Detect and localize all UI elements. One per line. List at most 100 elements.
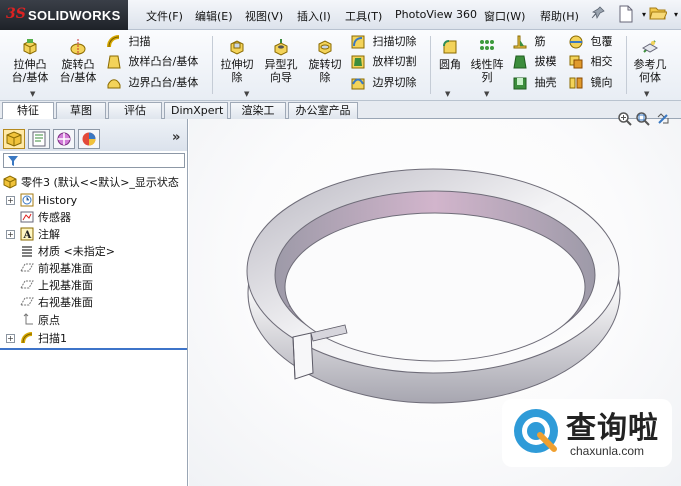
chevron-down-icon[interactable]: ▼ <box>30 90 35 98</box>
loft-cut-button[interactable]: 放样切割 <box>350 53 417 71</box>
tree-item-label: 材质 <未指定> <box>38 245 115 258</box>
tree-item-origin[interactable]: 原点 <box>0 312 187 329</box>
tab-sketch[interactable]: 草图 <box>56 102 106 119</box>
mirror-icon <box>569 77 583 89</box>
part-icon <box>3 175 17 189</box>
menu-insert[interactable]: 插入(I) <box>297 8 331 24</box>
tree-item-top-plane[interactable]: 上视基准面 <box>0 277 187 294</box>
shell-label: 抽壳 <box>534 76 557 89</box>
svg-text:A: A <box>23 230 32 241</box>
menu-tools[interactable]: 工具(T) <box>345 8 382 24</box>
rib-label: 筋 <box>534 35 546 48</box>
tab-dimxpert[interactable]: DimXpert <box>164 102 228 119</box>
tab-evaluate[interactable]: 评估 <box>108 102 162 119</box>
linear-pattern-icon <box>480 40 494 50</box>
rollback-bar[interactable] <box>0 348 187 350</box>
reference-geometry-icon <box>641 40 659 53</box>
boundary-cut-icon <box>351 78 365 90</box>
intersect-button[interactable]: 相交 <box>568 53 613 71</box>
shell-icon <box>513 77 527 90</box>
menu-window[interactable]: 窗口(W) <box>484 8 525 24</box>
mirror-button[interactable]: 镜向 <box>568 74 613 92</box>
appearance-manager-tab[interactable] <box>78 129 100 149</box>
watermark-title: 查询啦 <box>566 411 659 446</box>
plane-icon <box>20 297 34 306</box>
tab-features[interactable]: 特征 <box>2 102 54 120</box>
menu-photoview[interactable]: PhotoView 360 <box>395 8 477 21</box>
tree-item-history[interactable]: + History <box>0 192 187 209</box>
loft-boss-icon <box>107 55 121 69</box>
reference-geometry-button[interactable]: 参考几 何体 <box>630 38 670 84</box>
loft-boss-label: 放样凸台/基体 <box>128 55 199 68</box>
command-tabs: 特征 草图 评估 DimXpert 渲染工具 办公室产品 <box>0 101 681 133</box>
fillet-icon <box>443 40 457 54</box>
linear-pattern-label: 线性阵 列 <box>470 58 504 84</box>
sweep-cut-button[interactable]: 扫描切除 <box>350 33 417 51</box>
menu-edit[interactable]: 编辑(E) <box>195 8 233 24</box>
loft-boss-button[interactable]: 放样凸台/基体 <box>106 53 198 71</box>
feature-tree-icon <box>6 131 22 147</box>
boundary-boss-icon <box>107 79 121 89</box>
configuration-manager-tab[interactable] <box>53 129 75 149</box>
configuration-manager-icon <box>57 132 71 146</box>
expand-icon[interactable]: + <box>6 334 15 343</box>
tree-item-annotations[interactable]: + A 注解 <box>0 226 187 243</box>
fillet-button[interactable]: 圆角 <box>436 38 464 71</box>
sweep-icon <box>107 35 120 48</box>
revolve-cut-icon <box>318 40 332 55</box>
revolve-cut-button[interactable]: 旋转切 除 <box>306 38 344 84</box>
extrude-cut-button[interactable]: 拉伸切 除 <box>218 38 256 84</box>
chevron-down-icon[interactable]: ▼ <box>445 90 450 98</box>
tree-item-label: 前视基准面 <box>38 262 93 275</box>
new-document-icon[interactable] <box>616 5 636 25</box>
tree-root-part[interactable]: 零件3 (默认<<默认>_显示状态 <box>0 174 187 191</box>
shell-button[interactable]: 抽壳 <box>512 74 557 92</box>
tab-render-tools[interactable]: 渲染工具 <box>230 102 286 133</box>
solidworks-logo[interactable]: 3S SOLIDWORKS <box>0 0 128 30</box>
tab-office-products[interactable]: 办公室产品 <box>288 102 358 119</box>
ribbon-separator <box>212 36 213 94</box>
feature-manager-panel: » 零件3 (默认<<默认>_显示状态 + History 传感器 + A 注解 <box>0 119 188 486</box>
wrap-button[interactable]: 包覆 <box>568 33 613 51</box>
tree-item-sweep1[interactable]: + 扫描1 <box>0 330 187 347</box>
extrude-boss-label: 拉伸凸 台/基体 <box>11 58 49 84</box>
boundary-boss-button[interactable]: 边界凸台/基体 <box>106 74 198 92</box>
sweep-button[interactable]: 扫描 <box>106 33 151 51</box>
hole-wizard-button[interactable]: 异型孔 向导 <box>262 38 300 84</box>
hole-wizard-label: 异型孔 向导 <box>264 58 298 84</box>
chevron-down-icon[interactable]: ▾ <box>666 5 681 25</box>
property-manager-tab[interactable] <box>28 129 50 149</box>
tree-item-material[interactable]: 材质 <未指定> <box>0 243 187 260</box>
rib-icon <box>513 35 527 49</box>
material-icon <box>22 246 32 257</box>
tree-item-right-plane[interactable]: 右视基准面 <box>0 294 187 311</box>
chevron-down-icon[interactable]: ▼ <box>244 90 249 98</box>
plane-icon <box>20 263 34 272</box>
chevron-down-icon[interactable]: ▼ <box>644 90 649 98</box>
boundary-cut-button[interactable]: 边界切除 <box>350 74 417 92</box>
tree-filter-input[interactable] <box>3 153 185 168</box>
menu-file[interactable]: 文件(F) <box>146 8 183 24</box>
tree-item-sensors[interactable]: 传感器 <box>0 209 187 226</box>
expand-icon[interactable]: + <box>6 230 15 239</box>
revolve-cut-label: 旋转切 除 <box>308 58 342 84</box>
draft-button[interactable]: 拔模 <box>512 53 557 71</box>
tree-item-front-plane[interactable]: 前视基准面 <box>0 260 187 277</box>
rib-button[interactable]: 筋 <box>512 33 546 51</box>
boundary-cut-label: 边界切除 <box>372 76 417 89</box>
menu-help[interactable]: 帮助(H) <box>540 8 579 24</box>
linear-pattern-button[interactable]: 线性阵 列 <box>468 38 506 84</box>
open-folder-icon[interactable] <box>648 5 668 25</box>
loft-cut-label: 放样切割 <box>372 55 417 68</box>
fillet-label: 圆角 <box>439 58 461 71</box>
loft-cut-icon <box>351 55 365 69</box>
command-manager: 拉伸凸 台/基体 旋转凸 台/基体 扫描 放样凸台/基体 边界凸台/基体 拉伸切… <box>0 30 681 101</box>
revolve-boss-button[interactable]: 旋转凸 台/基体 <box>56 38 100 84</box>
expand-icon[interactable]: + <box>6 196 15 205</box>
feature-tree-tab[interactable] <box>3 129 25 149</box>
extrude-boss-button[interactable]: 拉伸凸 台/基体 <box>8 38 52 84</box>
menu-view[interactable]: 视图(V) <box>245 8 283 24</box>
panel-expand-button[interactable]: » <box>172 130 180 145</box>
pin-icon[interactable] <box>588 5 608 25</box>
chevron-down-icon[interactable]: ▼ <box>484 90 489 98</box>
